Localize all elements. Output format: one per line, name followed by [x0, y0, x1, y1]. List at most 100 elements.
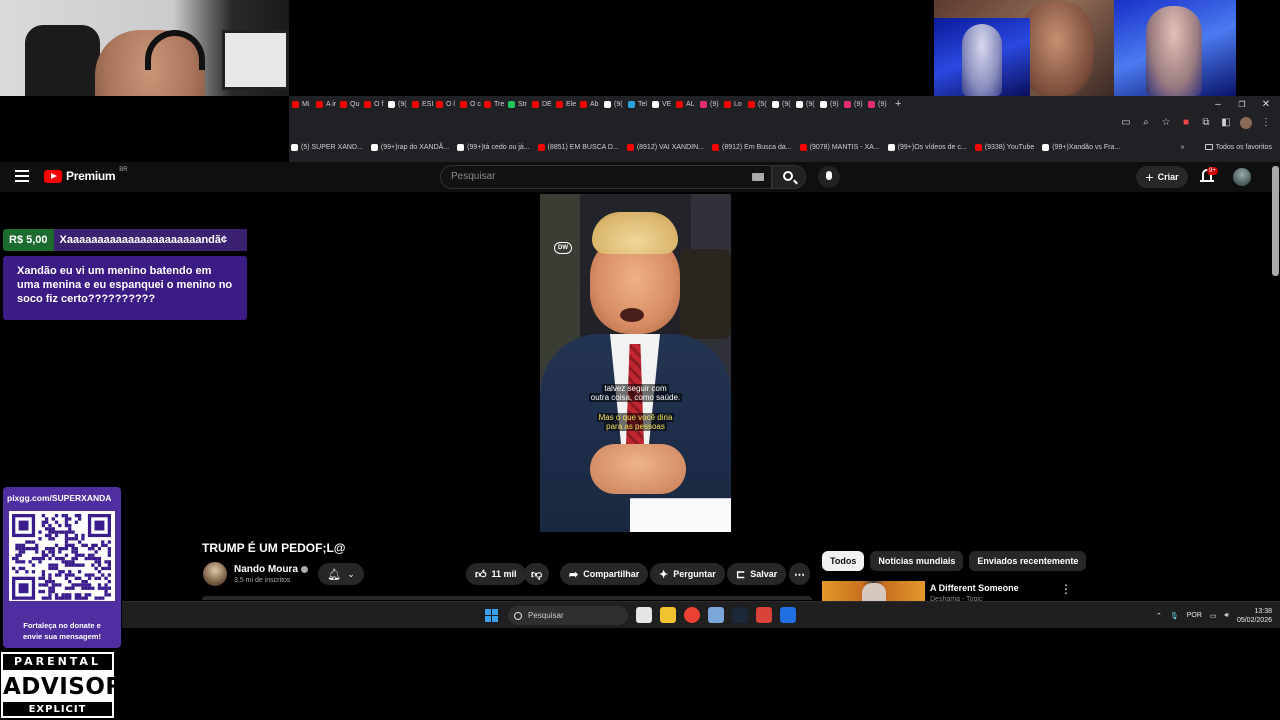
steam-icon[interactable] — [732, 607, 748, 623]
filter-chip[interactable]: Enviados recentemente — [969, 551, 1087, 571]
chevron-up-icon[interactable]: ⌃ — [1156, 612, 1162, 620]
browser-tab[interactable]: Str — [505, 97, 529, 111]
bookmarks-more-button[interactable]: » — [1181, 144, 1185, 151]
like-button[interactable]: 👍︎ 11 mil — [466, 563, 526, 585]
recommended-title[interactable]: A Different Someone — [930, 583, 1019, 593]
browser-tab[interactable]: (9( — [769, 97, 793, 111]
app-blue-icon[interactable] — [780, 607, 796, 623]
cast-icon[interactable]: ▭ — [1120, 117, 1132, 129]
app-red-icon[interactable] — [756, 607, 772, 623]
windows-start-icon[interactable] — [485, 609, 498, 622]
user-avatar[interactable] — [1233, 168, 1251, 186]
browser-tab[interactable]: Tel — [625, 97, 649, 111]
bookmark-item[interactable]: (99+)rap do XANDÃ... — [370, 143, 449, 151]
browser-tab[interactable]: (9) — [865, 97, 889, 111]
browser-tab[interactable]: Ele — [553, 97, 577, 111]
minimize-button[interactable]: – — [1208, 96, 1228, 112]
lens-icon[interactable]: ◧ — [1220, 117, 1232, 129]
network-icon[interactable]: ▭ — [1210, 612, 1217, 620]
browser-tab[interactable]: (9) — [817, 97, 841, 111]
browser-tab[interactable]: ESI — [409, 97, 433, 111]
bookmark-item[interactable]: (99+)Os vídeos de c... — [887, 143, 967, 151]
kebab-menu-icon[interactable]: ⋮ — [1260, 117, 1272, 129]
clock[interactable]: 13:38 05/02/2026 — [1237, 607, 1272, 625]
bookmark-label: (9338) YouTube — [984, 143, 1035, 151]
star-icon[interactable]: ☆ — [1160, 117, 1172, 129]
browser-tab[interactable]: O f — [361, 97, 385, 111]
save-button[interactable]: ⊏ Salvar — [727, 563, 787, 585]
browser-tab[interactable]: O c — [457, 97, 481, 111]
plus-icon: + — [1145, 169, 1154, 185]
bookmark-item[interactable]: (99+)Xandão vs Fra... — [1042, 143, 1120, 151]
browser-tab[interactable]: Lo — [721, 97, 745, 111]
close-button[interactable]: ✕ — [1256, 96, 1276, 112]
browser-tab[interactable]: O l — [433, 97, 457, 111]
bookmark-item[interactable]: (8851) EM BUSCA D... — [537, 143, 619, 151]
voice-search-button[interactable] — [818, 166, 840, 188]
browser-tab[interactable]: (9) — [841, 97, 865, 111]
browser-tab[interactable]: DE — [529, 97, 553, 111]
restore-button[interactable]: ❐ — [1232, 96, 1252, 112]
tab-label: (9( — [806, 100, 815, 108]
language-indicator[interactable]: POR — [1187, 612, 1202, 619]
puzzle-icon[interactable]: ⧉ — [1200, 117, 1212, 129]
bookmark-item[interactable]: (9078) MANTIS - XA... — [799, 143, 880, 151]
subscription-bell-button[interactable]: 🔔︎ ⌄ — [318, 563, 364, 585]
bookmark-item[interactable]: (9338) YouTube — [974, 143, 1035, 151]
browser-tab[interactable]: Qu — [337, 97, 361, 111]
browser-tab[interactable]: Mi — [289, 97, 313, 111]
bookmark-item[interactable]: (8912) VAI XANDIN... — [626, 143, 704, 151]
chrome-icon[interactable] — [684, 607, 700, 623]
hamburger-menu-icon[interactable] — [15, 170, 29, 182]
search-input[interactable]: Pesquisar — [440, 165, 772, 189]
browser-tab[interactable]: (5( — [745, 97, 769, 111]
browser-tab[interactable]: (9( — [601, 97, 625, 111]
browser-tab[interactable]: (9( — [793, 97, 817, 111]
browser-tab[interactable]: (9( — [385, 97, 409, 111]
volume-icon[interactable]: 🔊︎ — [1225, 612, 1229, 620]
browser-tab[interactable]: VE — [649, 97, 673, 111]
mic-tray-icon[interactable]: 🎙︎ — [1170, 612, 1179, 620]
extension-red-icon[interactable]: ■ — [1180, 117, 1192, 129]
bookmark-item[interactable]: (5) SUPER XAND... — [291, 143, 363, 151]
tab-favicon-icon — [556, 100, 563, 108]
file-explorer-icon[interactable] — [660, 607, 676, 623]
video-title: TRUMP É UM PEDOF;L@ — [202, 541, 346, 555]
more-actions-button[interactable]: ⋯ — [789, 563, 810, 585]
recommended-more-icon[interactable]: ⋮ — [1060, 583, 1072, 595]
bookmark-item[interactable]: (8912) Em Busca da... — [711, 143, 792, 151]
browser-tab[interactable]: Tre — [481, 97, 505, 111]
create-button[interactable]: + Criar — [1136, 166, 1188, 188]
browser-tab[interactable]: A ir — [313, 97, 337, 111]
browser-tab[interactable]: Ab — [577, 97, 601, 111]
page-scrollbar[interactable] — [1272, 166, 1279, 276]
browser-tab[interactable]: (9) — [697, 97, 721, 111]
channel-avatar[interactable] — [203, 562, 227, 586]
bookmark-item[interactable]: (99+)tá cedo ou já... — [457, 143, 530, 151]
profile-icon[interactable] — [1240, 117, 1252, 129]
ask-button[interactable]: ✦ Perguntar — [650, 563, 725, 585]
windows-taskbar: Pesquisar ⌃ 🎙︎ POR ▭ 🔊︎ 13:38 05/02/2026 — [122, 601, 1280, 628]
task-view-icon[interactable] — [636, 607, 652, 623]
search-button[interactable] — [772, 165, 806, 189]
keyboard-icon[interactable] — [752, 173, 764, 181]
video-caption-yellow: Mas o que você diria para as pessoas — [596, 413, 675, 431]
filter-chips: Todos Notícias mundiais Enviados recenteme… — [822, 551, 1087, 571]
video-player[interactable]: DW talvez seguir com outra coisa, como sa… — [540, 194, 731, 532]
youtube-premium-logo[interactable]: Premium BR — [44, 167, 128, 183]
taskbar-search-input[interactable]: Pesquisar — [508, 606, 628, 625]
recommended-thumbnail[interactable] — [822, 581, 925, 601]
filter-chip[interactable]: Todos — [822, 551, 865, 571]
donor-name: Xaaaaaaaaaaaaaaaaaaaaaandã¢ — [53, 229, 247, 251]
share-button[interactable]: ➦ Compartilhar — [560, 563, 649, 585]
browser-toolbar: ▭ ⌕ ☆ ■ ⧉ ◧ ⋮ — [289, 112, 1280, 134]
filter-chip[interactable]: Notícias mundiais — [870, 551, 964, 571]
dislike-button[interactable]: 👎︎ — [524, 563, 550, 585]
zoom-icon[interactable]: ⌕ — [1140, 117, 1152, 129]
all-bookmarks-button[interactable]: Todos os favoritos — [1204, 144, 1272, 151]
new-tab-button[interactable]: + — [889, 97, 913, 111]
channel-name[interactable]: Nando Moura — [234, 564, 308, 575]
browser-tab[interactable]: AL — [673, 97, 697, 111]
description-box[interactable] — [202, 596, 812, 600]
settings-icon[interactable] — [708, 607, 724, 623]
